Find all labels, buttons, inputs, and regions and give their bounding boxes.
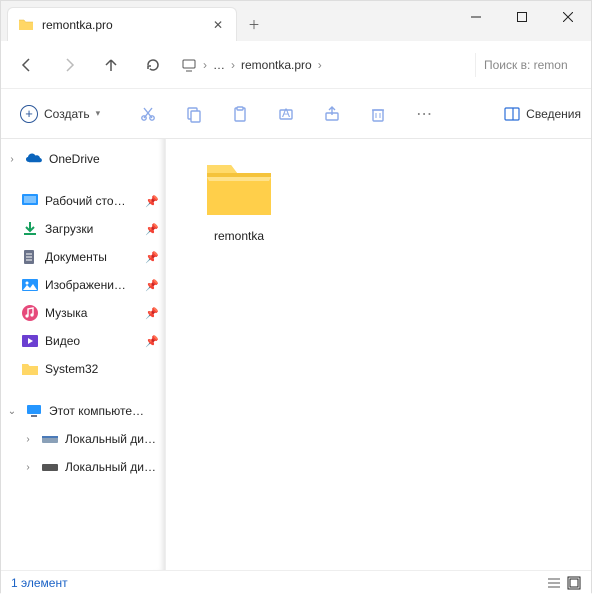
plus-circle-icon: + bbox=[20, 105, 38, 123]
pin-icon: 📌 bbox=[145, 195, 159, 208]
sidebar-item-videos[interactable]: Видео 📌 bbox=[1, 327, 165, 355]
chevron-right-icon[interactable]: › bbox=[231, 58, 235, 72]
music-icon bbox=[21, 304, 39, 322]
sidebar-item-thispc[interactable]: ⌄ Этот компьюте… bbox=[1, 397, 165, 425]
sidebar-item-label: Изображени… bbox=[45, 278, 126, 292]
address-bar[interactable]: › … › remontka.pro › bbox=[175, 57, 473, 73]
new-button-label: Создать bbox=[44, 107, 90, 121]
command-bar: + Создать ▾ A ⋯ Сведения bbox=[1, 89, 591, 139]
pin-icon: 📌 bbox=[145, 279, 159, 292]
ellipsis-icon[interactable]: … bbox=[213, 58, 225, 72]
details-pane-button[interactable]: Сведения bbox=[504, 106, 581, 122]
window-controls bbox=[453, 1, 591, 33]
maximize-button[interactable] bbox=[499, 1, 545, 33]
pc-icon bbox=[181, 57, 197, 73]
copy-button[interactable] bbox=[173, 96, 215, 132]
sidebar-item-music[interactable]: Музыка 📌 bbox=[1, 299, 165, 327]
window-tab[interactable]: remontka.pro ✕ bbox=[7, 7, 237, 41]
details-view-button[interactable] bbox=[547, 576, 561, 590]
documents-icon bbox=[21, 248, 39, 266]
chevron-down-icon: ▾ bbox=[96, 108, 101, 119]
sidebar-item-drive-c[interactable]: › Локальный ди… bbox=[1, 425, 165, 453]
sidebar-item-label: Этот компьюте… bbox=[49, 404, 144, 418]
pin-icon: 📌 bbox=[145, 307, 159, 320]
folder-item[interactable]: remontka bbox=[184, 157, 294, 243]
tab-title: remontka.pro bbox=[42, 18, 202, 32]
icons-view-button[interactable] bbox=[567, 576, 581, 590]
sidebar-item-onedrive[interactable]: › OneDrive bbox=[1, 145, 165, 173]
pc-icon bbox=[25, 402, 43, 420]
share-button[interactable] bbox=[311, 96, 353, 132]
navigation-bar: › … › remontka.pro › Поиск в: remon bbox=[1, 41, 591, 89]
pin-icon: 📌 bbox=[145, 251, 159, 264]
sidebar-item-documents[interactable]: Документы 📌 bbox=[1, 243, 165, 271]
svg-text:A: A bbox=[282, 106, 290, 120]
onedrive-icon bbox=[25, 150, 43, 168]
sidebar-item-system32[interactable]: System32 bbox=[1, 355, 165, 383]
rename-button[interactable]: A bbox=[265, 96, 307, 132]
sidebar-item-label: Рабочий сто… bbox=[45, 194, 126, 208]
back-button[interactable] bbox=[7, 47, 47, 83]
sidebar-item-label: Загрузки bbox=[45, 222, 93, 236]
details-label: Сведения bbox=[526, 107, 581, 121]
content-body: › OneDrive Рабочий сто… 📌 Загрузки 📌 Док… bbox=[1, 139, 591, 570]
close-tab-icon[interactable]: ✕ bbox=[210, 18, 226, 32]
sidebar-item-label: Видео bbox=[45, 334, 80, 348]
sidebar-item-desktop[interactable]: Рабочий сто… 📌 bbox=[1, 187, 165, 215]
minimize-button[interactable] bbox=[453, 1, 499, 33]
folder-label: remontka bbox=[214, 229, 264, 243]
paste-button[interactable] bbox=[219, 96, 261, 132]
pin-icon: 📌 bbox=[145, 335, 159, 348]
new-tab-button[interactable]: ＋ bbox=[237, 7, 271, 41]
title-bar: remontka.pro ✕ ＋ bbox=[1, 1, 591, 41]
chevron-right-icon[interactable]: › bbox=[5, 154, 19, 165]
navigation-pane: › OneDrive Рабочий сто… 📌 Загрузки 📌 Док… bbox=[1, 139, 166, 570]
sidebar-item-drive-d[interactable]: › Локальный ди… bbox=[1, 453, 165, 481]
chevron-right-icon[interactable]: › bbox=[203, 58, 207, 72]
sidebar-item-label: System32 bbox=[45, 362, 98, 376]
folder-icon bbox=[21, 360, 39, 378]
downloads-icon bbox=[21, 220, 39, 238]
chevron-down-icon[interactable]: ⌄ bbox=[5, 406, 19, 417]
chevron-right-icon[interactable]: › bbox=[21, 462, 35, 473]
folder-icon bbox=[203, 157, 275, 219]
sidebar-item-pictures[interactable]: Изображени… 📌 bbox=[1, 271, 165, 299]
pin-icon: 📌 bbox=[145, 223, 159, 236]
sidebar-item-label: Локальный ди… bbox=[65, 460, 156, 474]
desktop-icon bbox=[21, 192, 39, 210]
status-bar: 1 элемент bbox=[1, 570, 591, 594]
more-button[interactable]: ⋯ bbox=[403, 96, 445, 132]
sidebar-item-label: Локальный ди… bbox=[65, 432, 156, 446]
sidebar-item-downloads[interactable]: Загрузки 📌 bbox=[1, 215, 165, 243]
refresh-button[interactable] bbox=[133, 47, 173, 83]
drive-icon bbox=[41, 458, 59, 476]
close-window-button[interactable] bbox=[545, 1, 591, 33]
breadcrumb-current[interactable]: remontka.pro bbox=[241, 58, 312, 72]
sidebar-item-label: Музыка bbox=[45, 306, 87, 320]
sidebar-item-label: OneDrive bbox=[49, 152, 100, 166]
sidebar-item-label: Документы bbox=[45, 250, 107, 264]
up-button[interactable] bbox=[91, 47, 131, 83]
cut-button[interactable] bbox=[127, 96, 169, 132]
pictures-icon bbox=[21, 276, 39, 294]
details-icon bbox=[504, 106, 520, 122]
items-view[interactable]: remontka bbox=[166, 139, 591, 570]
videos-icon bbox=[21, 332, 39, 350]
drive-icon bbox=[41, 430, 59, 448]
search-input[interactable]: Поиск в: remon bbox=[475, 53, 585, 77]
delete-button[interactable] bbox=[357, 96, 399, 132]
folder-icon bbox=[18, 17, 34, 33]
chevron-right-icon[interactable]: › bbox=[318, 58, 322, 72]
new-button[interactable]: + Создать ▾ bbox=[11, 100, 109, 128]
status-text: 1 элемент bbox=[11, 576, 68, 590]
forward-button[interactable] bbox=[49, 47, 89, 83]
chevron-right-icon[interactable]: › bbox=[21, 434, 35, 445]
